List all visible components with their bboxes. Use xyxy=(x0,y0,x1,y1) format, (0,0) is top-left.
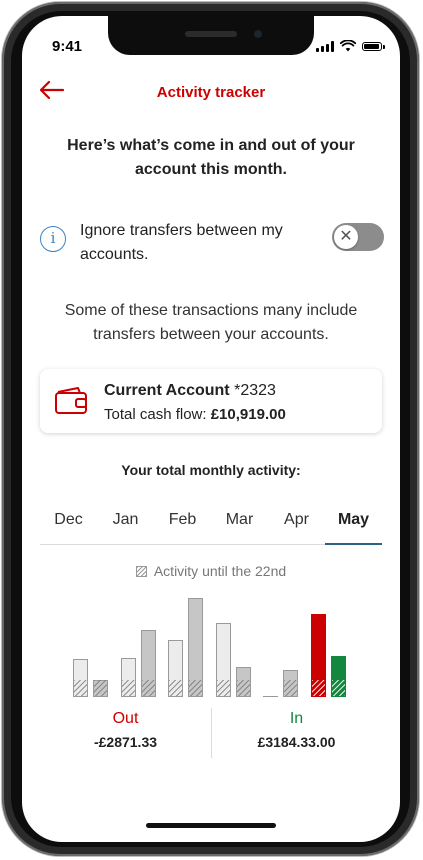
battery-icon xyxy=(362,41,385,51)
chart-bar-in-may xyxy=(330,656,346,697)
chart-bar-hatch xyxy=(284,680,297,696)
home-indicator[interactable] xyxy=(146,823,276,828)
speaker xyxy=(185,31,237,37)
chart-bar-hatch xyxy=(94,680,107,696)
totals: Out -£2871.33 In £3184.33.00 xyxy=(40,708,382,764)
total-out-label: Out xyxy=(112,710,139,727)
tab-mar[interactable]: Mar xyxy=(211,499,268,544)
notch xyxy=(108,16,314,55)
monthly-activity-chart xyxy=(40,591,382,697)
chart-bar-in-dec xyxy=(93,680,108,697)
chart-bar-in-apr xyxy=(283,670,298,697)
hatched-swatch-icon xyxy=(135,565,147,577)
total-out-value: -£2871.33 xyxy=(93,734,158,750)
screen: 9:41 Activity tracker Here’s what’s come… xyxy=(22,16,400,842)
chart-bar-hatch xyxy=(74,680,87,696)
monthly-activity-heading: Your total monthly activity: xyxy=(121,462,301,478)
tab-may[interactable]: May xyxy=(325,499,382,545)
legend-note-text: Activity until the 22nd xyxy=(153,563,287,579)
tab-apr[interactable]: Apr xyxy=(268,499,325,544)
camera xyxy=(254,30,262,38)
wifi-icon xyxy=(340,40,356,52)
chart-bar-out-apr xyxy=(263,696,278,697)
ignore-transfers-label: Ignore transfers between my accounts. xyxy=(80,222,283,263)
chart-bar-out-mar xyxy=(215,623,231,697)
legend-note: Activity until the 22nd xyxy=(22,563,400,579)
chart-bar-out-feb xyxy=(168,640,183,697)
total-out: Out -£2871.33 xyxy=(40,708,211,750)
chart-bar-in-jan xyxy=(140,630,156,697)
account-name: Current Account xyxy=(104,382,230,399)
chart-bar-hatch xyxy=(331,680,345,696)
account-card[interactable]: Current Account *2323 Total cash flow: £… xyxy=(40,369,382,433)
chart-bar-out-dec xyxy=(73,659,88,697)
chart-bar-hatch xyxy=(216,680,230,696)
cash-flow-value: £10,919.00 xyxy=(210,406,286,423)
total-in-label: In xyxy=(289,710,304,727)
chart-bar-hatch xyxy=(189,680,202,696)
status-icons xyxy=(316,40,385,52)
tab-feb[interactable]: Feb xyxy=(154,499,211,544)
cash-flow-label: Total cash flow: xyxy=(104,406,207,423)
chart-bar-hatch xyxy=(121,680,135,696)
chart-bar-hatch xyxy=(169,680,182,696)
cash-flow-line: Total cash flow: £10,919.00 xyxy=(104,406,286,423)
cellular-signal-icon xyxy=(316,40,334,52)
total-in-value: £3184.33.00 xyxy=(257,734,336,750)
month-tabs: Dec Jan Feb Mar Apr May xyxy=(40,499,382,545)
status-time: 9:41 xyxy=(52,38,83,55)
chart-bar-in-mar xyxy=(235,667,251,697)
wallet-icon xyxy=(55,387,87,414)
tab-dec[interactable]: Dec xyxy=(40,499,97,544)
tab-jan[interactable]: Jan xyxy=(97,499,154,544)
account-name-line: Current Account *2323 xyxy=(104,382,276,400)
chart-bar-out-may xyxy=(310,614,326,697)
intro-text: Here’s what’s come in and out of your ac… xyxy=(67,137,355,178)
close-icon: ✕ xyxy=(334,225,358,249)
account-number: *2323 xyxy=(234,382,276,399)
page-title: Activity tracker xyxy=(156,84,266,101)
chart-bar-hatch xyxy=(236,680,250,696)
transfers-note: Some of these transactions many include … xyxy=(64,302,358,343)
total-in: In £3184.33.00 xyxy=(211,708,382,750)
info-icon: i xyxy=(40,226,66,252)
chart-bar-out-jan xyxy=(120,658,136,697)
chart-bar-hatch xyxy=(311,680,325,696)
ignore-transfers-toggle[interactable]: ✕ xyxy=(332,223,384,251)
chart-bar-in-feb xyxy=(188,598,203,697)
chart-bar-hatch xyxy=(141,680,155,696)
